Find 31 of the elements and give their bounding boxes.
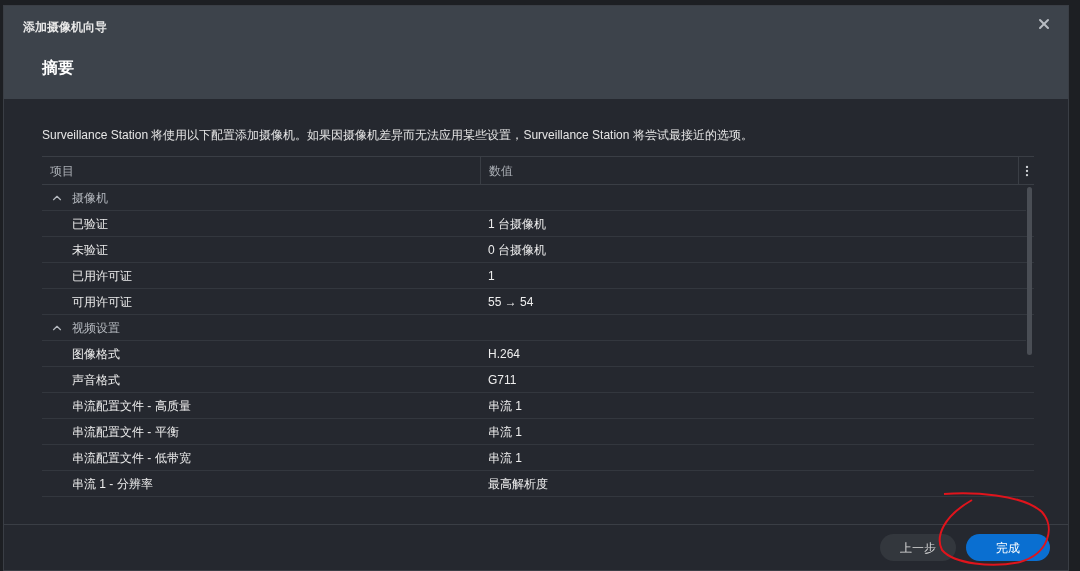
group-label: 视频设置 [72,319,120,337]
column-header[interactable]: 项目 [42,161,480,180]
table-cell-text: 串流 1 [487,397,522,415]
table-cell-text: 55 → 54 [487,293,534,311]
table-cell-text: H.264 [487,345,521,363]
table-cell-text: 1 台摄像机 [487,215,546,233]
table-cell-text: 0 台摄像机 [487,241,546,259]
scrollbar-thumb[interactable] [1027,187,1032,355]
table-cell-text: 串流配置文件 - 低带宽 [71,449,192,467]
table-cell-text: 声音格式 [71,371,121,389]
table-cell-text: 可用许可证 [71,293,133,311]
window-title: 添加摄像机向导 [23,19,107,36]
table-cell-text: 图像格式 [71,345,121,363]
close-button[interactable] [1036,16,1052,32]
table-cell-text: 串流 1 [487,423,522,441]
back-button[interactable]: 上一步 [880,534,956,561]
table-cell-text: 已用许可证 [71,267,133,285]
table-cell-text: 已验证 [71,215,109,233]
table-cell-text: G711 [487,371,517,389]
column-header[interactable]: 数值 [480,157,1018,184]
table-cell-text: 串流 1 - 分辨率 [71,475,154,493]
page-title: 摘要 [42,58,74,78]
table-cell-text: 1 [487,267,495,285]
group-label: 摄像机 [72,189,108,207]
table-cell-text: 串流 1 [487,449,522,467]
table-cell-text: 串流配置文件 - 高质量 [71,397,192,415]
table-cell-text: 未验证 [71,241,109,259]
table-cell-text: 串流配置文件 - 平衡 [71,423,180,441]
table-cell-text: 最高解析度 [487,475,548,493]
finish-button[interactable]: 完成 [966,534,1050,561]
description-text: Surveillance Station 将使用以下配置添加摄像机。如果因摄像机差异而无法应用某些设置，Surveillance Station 将尝试最接近的选项。 [42,127,754,144]
